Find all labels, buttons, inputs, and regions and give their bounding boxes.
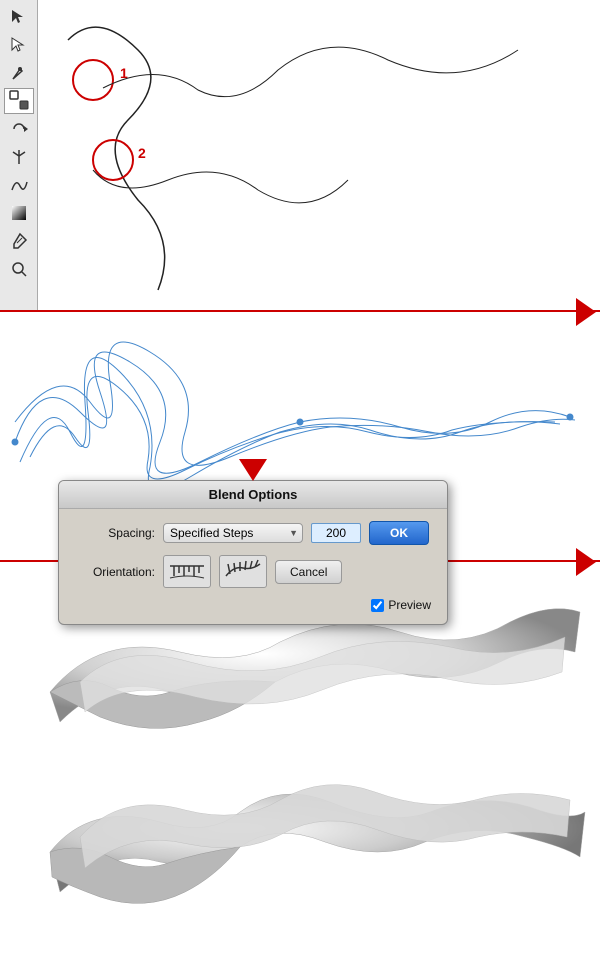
toolbar	[0, 0, 38, 310]
svg-text:2: 2	[138, 145, 146, 161]
top-curves-svg: 1 2	[38, 0, 600, 310]
top-section: 1 2	[38, 0, 600, 310]
arrow-right-2	[576, 548, 596, 576]
preview-row: Preview	[75, 598, 431, 612]
preview-checkbox[interactable]	[371, 599, 384, 612]
tool-blend[interactable]	[4, 88, 34, 114]
spacing-select-wrapper: Smooth Color Specified Steps Specified D…	[163, 523, 303, 543]
dialog-body: Spacing: Smooth Color Specified Steps Sp…	[59, 509, 447, 624]
tool-reflect[interactable]	[4, 144, 34, 170]
spacing-row: Spacing: Smooth Color Specified Steps Sp…	[75, 521, 431, 545]
orientation-page-button[interactable]	[163, 555, 211, 588]
divider-1	[0, 310, 600, 312]
orientation-row: Orientation:	[75, 555, 431, 588]
orientation-path-button[interactable]	[219, 555, 267, 588]
dialog-arrow	[239, 459, 267, 481]
preview-checkbox-label[interactable]: Preview	[371, 598, 431, 612]
tool-gradient[interactable]	[4, 200, 34, 226]
dialog-title: Blend Options	[209, 487, 298, 502]
tool-rotate[interactable]	[4, 116, 34, 142]
spacing-select[interactable]: Smooth Color Specified Steps Specified D…	[163, 523, 303, 543]
dialog-titlebar: Blend Options	[59, 481, 447, 509]
tool-warp[interactable]	[4, 172, 34, 198]
preview-label: Preview	[388, 598, 431, 612]
tool-direct-select[interactable]	[4, 32, 34, 58]
orient-page-icon	[168, 558, 206, 582]
steps-input[interactable]	[311, 523, 361, 543]
tool-eyedropper[interactable]	[4, 228, 34, 254]
cancel-button[interactable]: Cancel	[275, 560, 342, 584]
blend-options-dialog: Blend Options Spacing: Smooth Color Spec…	[58, 480, 448, 625]
tool-selection[interactable]	[4, 4, 34, 30]
orient-path-icon	[224, 558, 262, 582]
tool-zoom[interactable]	[4, 256, 34, 282]
arrow-right-1	[576, 298, 596, 326]
tool-pen[interactable]	[4, 60, 34, 86]
spacing-label: Spacing:	[75, 526, 155, 540]
orientation-label: Orientation:	[75, 565, 155, 579]
ok-button[interactable]: OK	[369, 521, 429, 545]
